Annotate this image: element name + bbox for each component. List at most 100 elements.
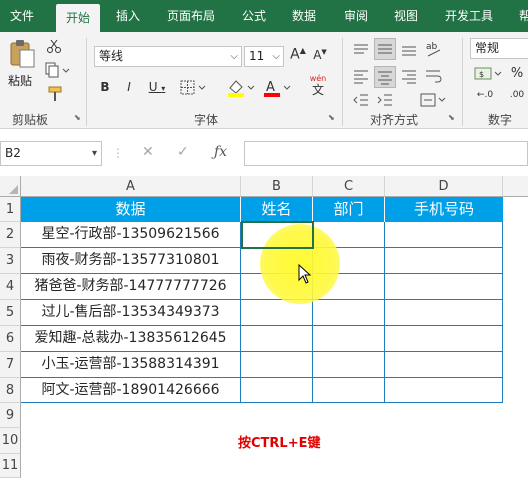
cut-icon[interactable] — [46, 38, 62, 54]
align-left-icon[interactable] — [352, 68, 370, 84]
phone-cell[interactable] — [385, 352, 503, 378]
data-cell[interactable]: 雨夜-财务部-13577310801 — [21, 248, 241, 274]
increase-font-icon[interactable]: A▲ — [290, 46, 306, 66]
select-all-corner[interactable] — [0, 176, 21, 197]
row-header[interactable]: 10 — [0, 428, 21, 454]
phone-cell[interactable] — [385, 274, 503, 300]
column-header-empty — [503, 176, 528, 197]
header-cell-data[interactable]: 数据 — [21, 197, 241, 222]
chevron-down-icon: ▾ — [91, 148, 97, 159]
cancel-icon[interactable]: ✕ — [142, 144, 154, 160]
paste-label[interactable]: 粘贴 — [8, 72, 32, 89]
data-cell[interactable]: 猪爸爸-财务部-14777777726 — [21, 274, 241, 300]
font-name-select[interactable]: 等线 ⌵ — [94, 46, 242, 67]
decrease-decimal-icon[interactable]: .00 — [506, 90, 528, 106]
number-group-label: 数字 — [488, 113, 513, 127]
alignment-group-label: 对齐方式 — [370, 113, 419, 127]
increase-decimal-icon[interactable]: ←.0 — [474, 90, 496, 106]
font-size-select[interactable]: 11 ⌵ — [244, 46, 284, 67]
header-cell-department[interactable]: 部门 — [313, 197, 385, 222]
phone-cell[interactable] — [385, 378, 503, 403]
column-header-c[interactable]: C — [313, 176, 385, 197]
font-launcher-icon[interactable]: ⬊ — [328, 113, 338, 123]
name-cell[interactable] — [241, 378, 313, 403]
name-cell[interactable] — [241, 352, 313, 378]
align-center-icon[interactable] — [374, 66, 396, 88]
tab-help[interactable]: 帮 — [510, 0, 528, 32]
column-header-a[interactable]: A — [21, 176, 241, 197]
tab-review[interactable]: 审阅 — [336, 0, 376, 32]
department-cell[interactable] — [313, 300, 385, 326]
wrap-text-icon[interactable] — [424, 68, 442, 84]
accounting-format-icon[interactable]: $ — [474, 66, 502, 82]
italic-icon[interactable]: I — [122, 80, 136, 96]
name-cell[interactable] — [241, 326, 313, 352]
tab-view[interactable]: 视图 — [386, 0, 426, 32]
percent-icon[interactable]: % — [506, 66, 528, 82]
insert-function-icon[interactable]: ƒx — [214, 144, 227, 160]
formula-input[interactable] — [244, 141, 528, 166]
merge-center-icon[interactable] — [420, 92, 446, 108]
enter-icon[interactable]: ✓ — [177, 144, 189, 160]
formula-bar-grip-icon[interactable]: ⋮ — [112, 145, 124, 161]
tab-developer[interactable]: 开发工具 — [436, 0, 502, 32]
number-format-value: 常规 — [475, 41, 500, 55]
bold-icon[interactable]: B — [98, 80, 112, 96]
row-header[interactable]: 6 — [0, 326, 21, 352]
divider — [86, 38, 87, 126]
tab-insert[interactable]: 插入 — [108, 0, 148, 32]
row-header[interactable]: 4 — [0, 274, 21, 300]
row-header[interactable]: 7 — [0, 352, 21, 378]
department-cell[interactable] — [313, 378, 385, 403]
phone-cell[interactable] — [385, 300, 503, 326]
align-middle-icon[interactable] — [374, 38, 396, 60]
format-painter-icon[interactable] — [46, 86, 64, 102]
data-cell[interactable]: 小玉-运营部-13588314391 — [21, 352, 241, 378]
align-bottom-icon[interactable] — [400, 42, 418, 58]
header-cell-name[interactable]: 姓名 — [241, 197, 313, 222]
decrease-font-icon[interactable]: A▼ — [312, 48, 328, 68]
align-top-icon[interactable] — [352, 42, 370, 58]
row-header[interactable]: 2 — [0, 222, 21, 248]
tab-data[interactable]: 数据 — [284, 0, 324, 32]
tab-formulas[interactable]: 公式 — [234, 0, 274, 32]
decrease-indent-icon[interactable] — [352, 92, 370, 108]
font-color-icon[interactable]: A — [262, 78, 292, 98]
phone-cell[interactable] — [385, 222, 503, 248]
alignment-launcher-icon[interactable]: ⬊ — [448, 113, 458, 123]
data-cell[interactable]: 爱知趣-总裁办-13835612645 — [21, 326, 241, 352]
tab-file[interactable]: 文件 — [0, 0, 44, 32]
number-format-select[interactable]: 常规 — [470, 38, 528, 59]
tab-page-layout[interactable]: 页面布局 — [158, 0, 224, 32]
copy-icon[interactable] — [44, 62, 70, 78]
phone-cell[interactable] — [385, 326, 503, 352]
row-header[interactable]: 11 — [0, 454, 21, 478]
ribbon: 粘贴 剪贴板 ⬊ 等线 ⌵ 11 ⌵ A▲ A▼ B I U ▾ A wén 文… — [0, 32, 528, 129]
data-cell[interactable]: 阿文-运营部-18901426666 — [21, 378, 241, 403]
paste-icon[interactable] — [8, 38, 36, 68]
department-cell[interactable] — [313, 326, 385, 352]
orientation-icon[interactable]: ab — [424, 38, 444, 58]
data-cell[interactable]: 星空-行政部-13509621566 — [21, 222, 241, 248]
department-cell[interactable] — [313, 352, 385, 378]
phonetic-guide-icon[interactable]: wén 文 — [304, 74, 332, 100]
underline-icon[interactable]: U ▾ — [144, 80, 170, 96]
data-cell[interactable]: 过儿-售后部-13534349373 — [21, 300, 241, 326]
row-header[interactable]: 5 — [0, 300, 21, 326]
fill-color-icon[interactable] — [226, 78, 256, 98]
row-header[interactable]: 9 — [0, 403, 21, 428]
row-header[interactable]: 1 — [0, 197, 21, 222]
borders-icon[interactable] — [180, 80, 208, 96]
name-box[interactable]: B2 ▾ — [0, 141, 102, 166]
chevron-down-icon: ⌵ — [230, 51, 238, 62]
increase-indent-icon[interactable] — [376, 92, 394, 108]
phone-cell[interactable] — [385, 248, 503, 274]
row-header[interactable]: 3 — [0, 248, 21, 274]
column-header-d[interactable]: D — [385, 176, 503, 197]
tab-home[interactable]: 开始 — [56, 4, 100, 32]
header-cell-phone[interactable]: 手机号码 — [385, 197, 503, 222]
column-header-b[interactable]: B — [241, 176, 313, 197]
align-right-icon[interactable] — [400, 68, 418, 84]
clipboard-launcher-icon[interactable]: ⬊ — [74, 113, 84, 123]
row-header[interactable]: 8 — [0, 378, 21, 403]
